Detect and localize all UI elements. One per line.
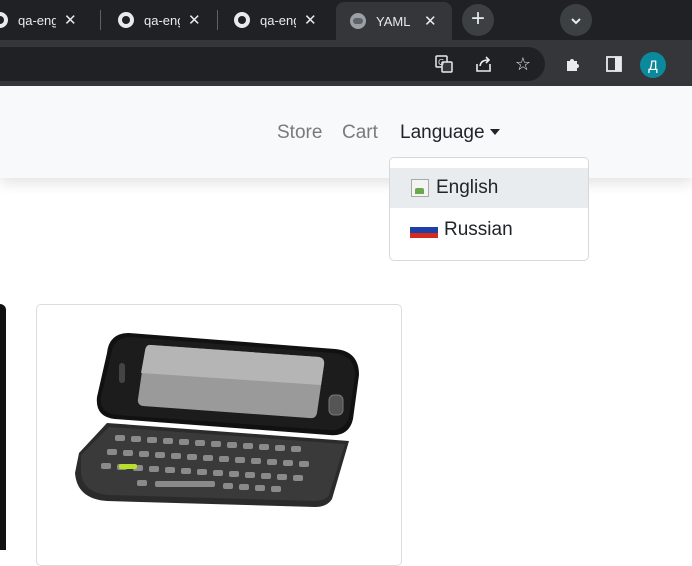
tab-title: qa-engineer-test [18, 12, 56, 28]
product-image [75, 333, 360, 507]
browser-tab-active[interactable]: YAML ✕ [336, 2, 452, 40]
close-tab-icon[interactable]: ✕ [304, 11, 317, 29]
caret-down-icon [489, 129, 500, 135]
bookmark-star-icon[interactable]: ☆ [511, 52, 535, 76]
address-bar[interactable] [0, 47, 545, 81]
new-tab-button[interactable]: + [462, 4, 494, 36]
profile-avatar[interactable]: Д [640, 52, 666, 78]
translate-icon[interactable]: G [432, 52, 456, 76]
github-icon [0, 12, 8, 28]
tab-divider [217, 10, 218, 30]
tab-title: YAML [376, 13, 411, 29]
broken-image-icon [411, 179, 429, 197]
nav-store-link[interactable]: Store [277, 122, 322, 144]
tab-title: qa-engineer-test [260, 12, 296, 28]
share-icon[interactable] [472, 52, 496, 76]
language-option-english[interactable]: English [390, 168, 588, 208]
tab-search-button[interactable] [560, 4, 592, 36]
chevron-down-icon [571, 18, 581, 25]
nav-cart-link[interactable]: Cart [342, 122, 378, 144]
browser-toolbar [0, 40, 692, 86]
product-card[interactable] [36, 304, 402, 566]
language-dropdown-toggle[interactable]: Language [400, 122, 500, 144]
side-panel-icon[interactable] [602, 52, 626, 76]
language-dropdown-menu: English Russian [389, 157, 589, 261]
svg-text:G: G [438, 58, 444, 67]
browser-tabstrip: qa-engineer-test ✕ qa-engineer-test ✕ qa… [0, 0, 692, 40]
browser-tab[interactable]: qa-engineer-test ✕ [0, 4, 77, 36]
browser-tab[interactable]: qa-engineer-test ✕ [234, 4, 317, 36]
tab-divider [100, 10, 101, 30]
browser-menu-icon[interactable]: ⋮ [684, 50, 692, 71]
extensions-icon[interactable] [561, 52, 585, 76]
language-option-russian[interactable]: Russian [390, 210, 588, 250]
github-icon [118, 12, 134, 28]
language-option-label: Russian [444, 219, 513, 240]
close-tab-icon[interactable]: ✕ [64, 11, 77, 29]
close-tab-icon[interactable]: ✕ [424, 12, 437, 30]
language-option-label: English [436, 177, 499, 198]
github-icon [234, 12, 250, 28]
product-card-partial[interactable] [0, 304, 6, 550]
browser-tab[interactable]: qa-engineer-test ✕ [118, 4, 201, 36]
russia-flag-icon [410, 222, 438, 238]
tab-title: qa-engineer-test [144, 12, 180, 28]
globe-icon [350, 13, 366, 29]
language-label: Language [400, 122, 485, 143]
close-tab-icon[interactable]: ✕ [188, 11, 201, 29]
